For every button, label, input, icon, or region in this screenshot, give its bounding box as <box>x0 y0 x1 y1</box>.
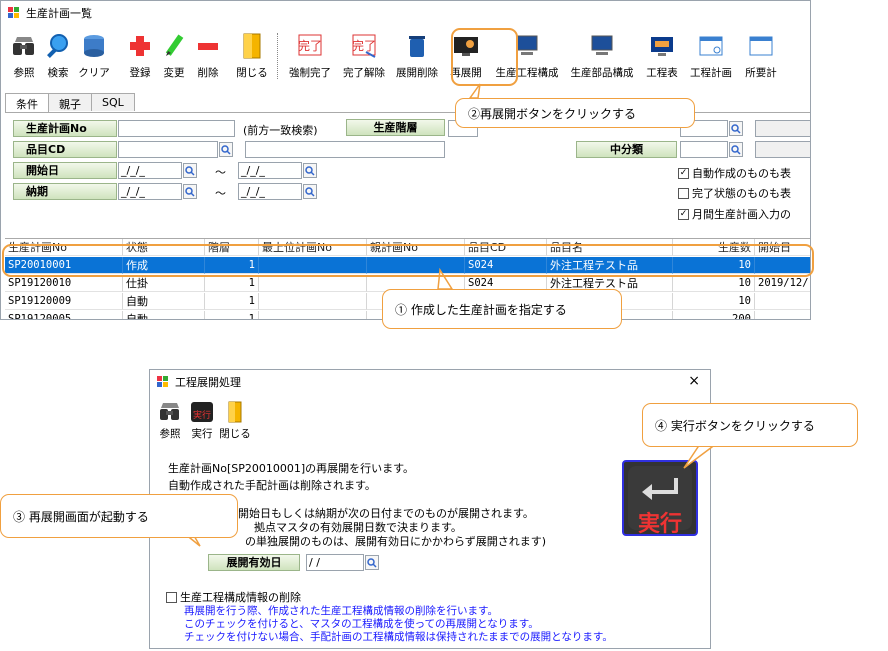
callout-step-2: ②再展開ボタンをクリックする <box>455 98 695 128</box>
callout-step-3: ③ 再展開画面が起動する <box>0 494 238 538</box>
selected-row-highlight <box>2 244 814 277</box>
callout-step-4: ④ 実行ボタンをクリックする <box>642 403 858 447</box>
re-expand-highlight <box>451 28 518 86</box>
callout-step-1: ① 作成した生産計画を指定する <box>382 289 622 329</box>
